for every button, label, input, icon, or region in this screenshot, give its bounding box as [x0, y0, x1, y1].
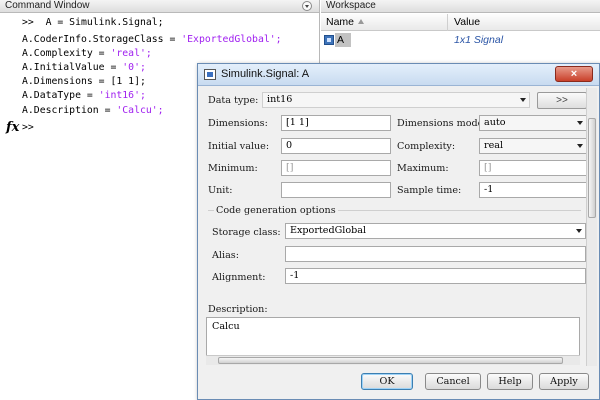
workspace-row[interactable]: A 1x1 Signal — [321, 32, 600, 49]
signal-properties-dialog: Simulink.Signal: A × Data type: int16 >>… — [197, 63, 600, 400]
sample-time-label: Sample time: — [397, 185, 462, 196]
vertical-scrollbar[interactable] — [586, 88, 597, 366]
workspace-table-header: Name Value — [321, 14, 600, 31]
chevron-down-icon — [576, 229, 582, 233]
command-line: A.DataType = 'int16'; — [22, 90, 146, 101]
initial-value-label: Initial value: — [208, 141, 270, 152]
command-window-title: Command Window — [5, 0, 90, 11]
workspace-column-name[interactable]: Name — [321, 14, 448, 31]
storage-class-label: Storage class: — [212, 227, 281, 238]
workspace-title: Workspace — [326, 0, 376, 11]
apply-button[interactable]: Apply — [539, 373, 589, 390]
data-type-assistant-button[interactable]: >> — [537, 92, 587, 109]
vertical-scroll-thumb[interactable] — [588, 118, 596, 218]
chevron-down-icon — [577, 144, 583, 148]
horizontal-scroll-thumb[interactable] — [218, 357, 563, 364]
maximum-label: Maximum: — [397, 163, 449, 174]
initial-value-field[interactable]: 0 — [281, 138, 391, 154]
data-type-select[interactable]: int16 — [262, 92, 530, 108]
function-browser-icon[interactable]: fx — [6, 120, 19, 135]
dimensions-label: Dimensions: — [208, 118, 268, 129]
codegen-group-title: Code generation options — [214, 205, 338, 216]
unit-label: Unit: — [208, 185, 233, 196]
description-text: Calcu — [212, 321, 240, 332]
complexity-select[interactable]: real — [479, 138, 587, 154]
dimensions-mode-select[interactable]: auto — [479, 115, 587, 131]
close-button[interactable]: × — [555, 66, 593, 82]
signal-object-icon — [324, 35, 334, 45]
command-line: A.Description = 'Calcu'; — [22, 105, 164, 116]
command-line: A.Dimensions = [1 1]; — [22, 76, 146, 87]
chevron-down-icon — [520, 98, 526, 102]
horizontal-scrollbar[interactable] — [206, 355, 580, 365]
minimum-label: Minimum: — [208, 163, 258, 174]
command-line: >> A = Simulink.Signal; — [22, 17, 164, 28]
alias-label: Alias: — [212, 250, 239, 261]
sample-time-field[interactable]: -1 — [479, 182, 587, 198]
ok-button[interactable]: OK — [361, 373, 413, 390]
maximum-field[interactable]: [] — [479, 160, 587, 176]
command-line: A.Complexity = 'real'; — [22, 48, 152, 59]
command-window-title-bar: Command Window — [0, 0, 319, 13]
cancel-button[interactable]: Cancel — [425, 373, 481, 390]
sort-ascending-icon — [358, 19, 365, 24]
command-prompt[interactable]: >> — [22, 121, 34, 135]
command-line: A.CoderInfo.StorageClass = 'ExportedGlob… — [22, 34, 282, 45]
chevron-down-icon — [577, 121, 583, 125]
complexity-label: Complexity: — [397, 141, 456, 152]
dimensions-field[interactable]: [1 1] — [281, 115, 391, 131]
command-line: A.InitialValue = '0'; — [22, 62, 146, 73]
dialog-window-icon — [204, 69, 216, 80]
unit-field[interactable] — [281, 182, 391, 198]
dialog-title: Simulink.Signal: A — [221, 68, 310, 80]
dialog-title-bar[interactable]: Simulink.Signal: A × — [198, 64, 599, 86]
data-type-label: Data type: — [208, 95, 259, 106]
minimum-field[interactable]: [] — [281, 160, 391, 176]
help-button[interactable]: Help — [487, 373, 533, 390]
alignment-field[interactable]: -1 — [285, 268, 586, 284]
alias-field[interactable] — [285, 246, 586, 262]
description-label: Description: — [208, 304, 268, 315]
alignment-label: Alignment: — [212, 272, 266, 283]
dimensions-mode-label: Dimensions mode: — [397, 118, 487, 129]
command-window-actions-icon[interactable] — [302, 1, 312, 11]
workspace-variable-name: A — [335, 33, 351, 47]
workspace-variable-value: 1x1 Signal — [454, 34, 504, 46]
workspace-title-bar: Workspace — [321, 0, 600, 13]
storage-class-select[interactable]: ExportedGlobal — [285, 223, 586, 239]
workspace-column-value[interactable]: Value — [449, 14, 599, 31]
